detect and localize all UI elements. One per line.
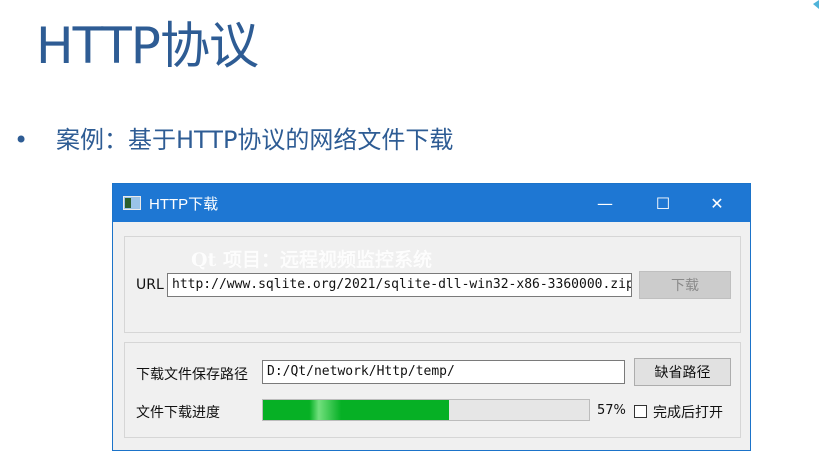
window-titlebar[interactable]: HTTP下载 — ☐ ✕ [113,184,750,222]
save-path-label: 下载文件保存路径 [136,367,248,383]
progress-label: 文件下载进度 [136,405,220,421]
progress-percent: 57% [597,403,626,418]
bullet-dot-icon: • [14,126,29,154]
minimize-button[interactable]: — [582,184,628,222]
download-button[interactable]: 下载 [639,271,731,299]
close-button[interactable]: ✕ [694,184,740,222]
url-label: URL [136,277,164,293]
open-after-label[interactable]: 完成后打开 [653,402,723,422]
maximize-button[interactable]: ☐ [640,184,686,222]
bullet-text: 案例：基于HTTP协议的网络文件下载 [56,126,454,154]
app-icon [123,196,141,210]
save-path-input[interactable]: D:/Qt/network/Http/temp/ [262,360,625,384]
url-input[interactable]: http://www.sqlite.org/2021/sqlite-dll-wi… [167,273,632,297]
corner-decoration-icon [813,0,819,9]
open-after-checkbox[interactable] [634,405,647,418]
download-progress-bar [262,399,590,421]
url-group: Qt 项目：远程视频监控系统 URL http://www.sqlite.org… [124,236,741,333]
window-title: HTTP下载 [149,195,219,213]
watermark-text: Qt 项目：远程视频监控系统 [191,249,432,271]
slide-title: HTTP协议 [36,17,259,75]
default-path-button[interactable]: 缺省路径 [634,358,731,386]
save-group: 下载文件保存路径 D:/Qt/network/Http/temp/ 缺省路径 文… [124,342,741,438]
http-download-window: HTTP下载 — ☐ ✕ Qt 项目：远程视频监控系统 URL http://w… [112,183,751,451]
progress-fill [263,400,449,420]
bullet-item: • 案例：基于HTTP协议的网络文件下载 [14,120,453,155]
